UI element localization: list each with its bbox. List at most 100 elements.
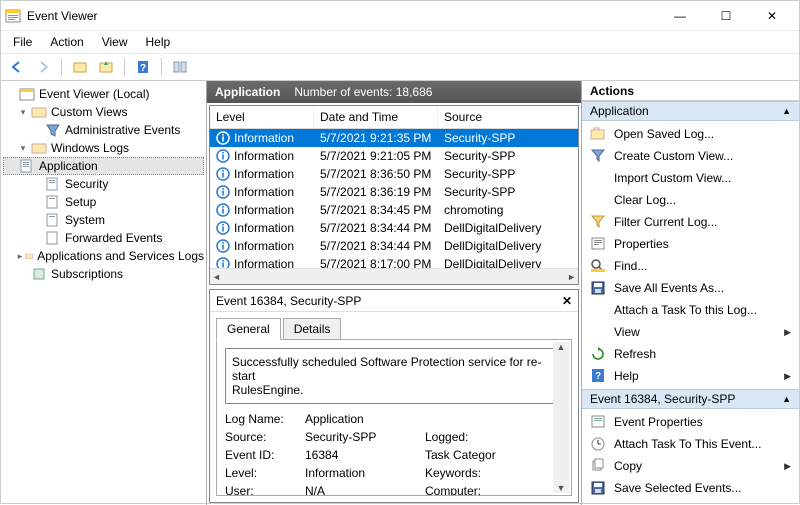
tree-setup[interactable]: Setup [3, 193, 204, 211]
action-item[interactable]: Attach Task To This Event... [582, 433, 799, 455]
svg-text:?: ? [595, 371, 601, 382]
help-icon: ? [590, 368, 606, 384]
help-button[interactable]: ? [131, 56, 155, 78]
info-icon [216, 239, 230, 253]
action-item[interactable]: Properties [582, 233, 799, 255]
tree-apps-services[interactable]: ▸Applications and Services Logs [3, 247, 204, 265]
event-message: Successfully scheduled Software Protecti… [225, 348, 563, 404]
toolbar-btn-1[interactable] [68, 56, 92, 78]
action-item[interactable]: Save All Events As... [582, 277, 799, 299]
info-icon [216, 131, 230, 145]
filter2-icon [590, 214, 606, 230]
event-row[interactable]: Information5/7/2021 8:36:50 PMSecurity-S… [210, 165, 578, 183]
eprops-icon [590, 414, 606, 430]
event-row[interactable]: Information5/7/2021 8:34:44 PMDellDigita… [210, 219, 578, 237]
actions-group-event[interactable]: Event 16384, Security-SPP▲ [582, 389, 799, 409]
event-row[interactable]: Information5/7/2021 8:36:19 PMSecurity-S… [210, 183, 578, 201]
event-row[interactable]: Information5/7/2021 8:34:44 PMDellDigita… [210, 237, 578, 255]
collapse-icon: ▲ [782, 106, 791, 116]
svg-text:?: ? [140, 63, 146, 74]
col-level[interactable]: Level [210, 106, 314, 128]
detail-close-button[interactable]: ✕ [562, 294, 572, 308]
action-item[interactable]: Copy▶ [582, 455, 799, 477]
blank-icon [590, 324, 606, 340]
back-button[interactable] [5, 56, 29, 78]
action-item[interactable]: View▶ [582, 321, 799, 343]
tree-security[interactable]: Security [3, 175, 204, 193]
collapse-icon: ▲ [782, 394, 791, 404]
grid-title: Application [215, 85, 280, 99]
find-icon [590, 258, 606, 274]
action-item[interactable]: Event Properties [582, 411, 799, 433]
event-grid: Level Date and Time Source Information5/… [209, 105, 579, 285]
toolbar: ? [1, 53, 799, 81]
filter-icon [590, 148, 606, 164]
action-item[interactable]: Open Saved Log... [582, 123, 799, 145]
action-item[interactable]: Attach a Task To this Log... [582, 299, 799, 321]
actions-panel: Actions Application▲ Open Saved Log...Cr… [581, 81, 799, 505]
toolbar-btn-2[interactable] [94, 56, 118, 78]
task-icon [590, 436, 606, 452]
tree-system[interactable]: System [3, 211, 204, 229]
blank-icon [590, 170, 606, 186]
tree-windows-logs[interactable]: ▾Windows Logs [3, 139, 204, 157]
menubar: File Action View Help [1, 31, 799, 53]
tree-forwarded[interactable]: Forwarded Events [3, 229, 204, 247]
refresh-icon [590, 346, 606, 362]
event-row[interactable]: Information5/7/2021 8:17:00 PMDellDigita… [210, 255, 578, 268]
action-item[interactable]: ?Help▶ [582, 365, 799, 387]
tab-details[interactable]: Details [283, 318, 342, 340]
submenu-arrow-icon: ▶ [784, 371, 791, 382]
menu-help[interactable]: Help [138, 33, 179, 51]
col-date[interactable]: Date and Time [314, 106, 438, 128]
info-icon [216, 149, 230, 163]
tree-root[interactable]: Event Viewer (Local) [3, 85, 204, 103]
action-item[interactable]: Import Custom View... [582, 167, 799, 189]
copy-icon [590, 458, 606, 474]
action-item[interactable]: Save Selected Events... [582, 477, 799, 499]
tree-panel: Event Viewer (Local) ▾Custom Views Admin… [1, 81, 207, 505]
window-title: Event Viewer [27, 9, 657, 23]
info-icon [216, 167, 230, 181]
titlebar: Event Viewer — ☐ ✕ [1, 1, 799, 31]
maximize-button[interactable]: ☐ [703, 1, 749, 31]
props-icon [590, 236, 606, 252]
save-icon [590, 480, 606, 496]
menu-action[interactable]: Action [42, 33, 91, 51]
horizontal-scrollbar[interactable]: ◄► [210, 268, 578, 284]
action-item[interactable]: Refresh [582, 343, 799, 365]
tree-subscriptions[interactable]: Subscriptions [3, 265, 204, 283]
toolbar-btn-3[interactable] [168, 56, 192, 78]
tree-admin-events[interactable]: Administrative Events [3, 121, 204, 139]
event-row[interactable]: Information5/7/2021 9:21:05 PMSecurity-S… [210, 147, 578, 165]
menu-file[interactable]: File [5, 33, 40, 51]
grid-columns: Level Date and Time Source [210, 106, 578, 129]
grid-body[interactable]: Information5/7/2021 9:21:35 PMSecurity-S… [210, 129, 578, 268]
close-button[interactable]: ✕ [749, 1, 795, 31]
info-icon [216, 203, 230, 217]
open-icon [590, 126, 606, 142]
tab-general[interactable]: General [216, 318, 281, 340]
event-row[interactable]: Information5/7/2021 8:34:45 PMchromoting [210, 201, 578, 219]
detail-scrollbar[interactable]: ▲▼ [553, 342, 569, 493]
detail-title: Event 16384, Security-SPP [216, 294, 361, 308]
tree-application[interactable]: Application [3, 157, 204, 175]
event-row[interactable]: Information5/7/2021 9:21:35 PMSecurity-S… [210, 129, 578, 147]
action-item[interactable]: Create Custom View... [582, 145, 799, 167]
action-item[interactable]: Clear Log... [582, 189, 799, 211]
info-icon [216, 221, 230, 235]
col-source[interactable]: Source [438, 106, 578, 128]
action-item[interactable]: Filter Current Log... [582, 211, 799, 233]
tree-custom-views[interactable]: ▾Custom Views [3, 103, 204, 121]
event-fields: Log Name:Application Source:Security-SPP… [225, 412, 563, 496]
grid-header-bar: Application Number of events: 18,686 [207, 81, 581, 103]
actions-header: Actions [582, 81, 799, 101]
app-icon [5, 8, 21, 24]
info-icon [216, 185, 230, 199]
submenu-arrow-icon: ▶ [784, 461, 791, 472]
menu-view[interactable]: View [94, 33, 136, 51]
forward-button[interactable] [31, 56, 55, 78]
minimize-button[interactable]: — [657, 1, 703, 31]
actions-group-application[interactable]: Application▲ [582, 101, 799, 121]
action-item[interactable]: Find... [582, 255, 799, 277]
